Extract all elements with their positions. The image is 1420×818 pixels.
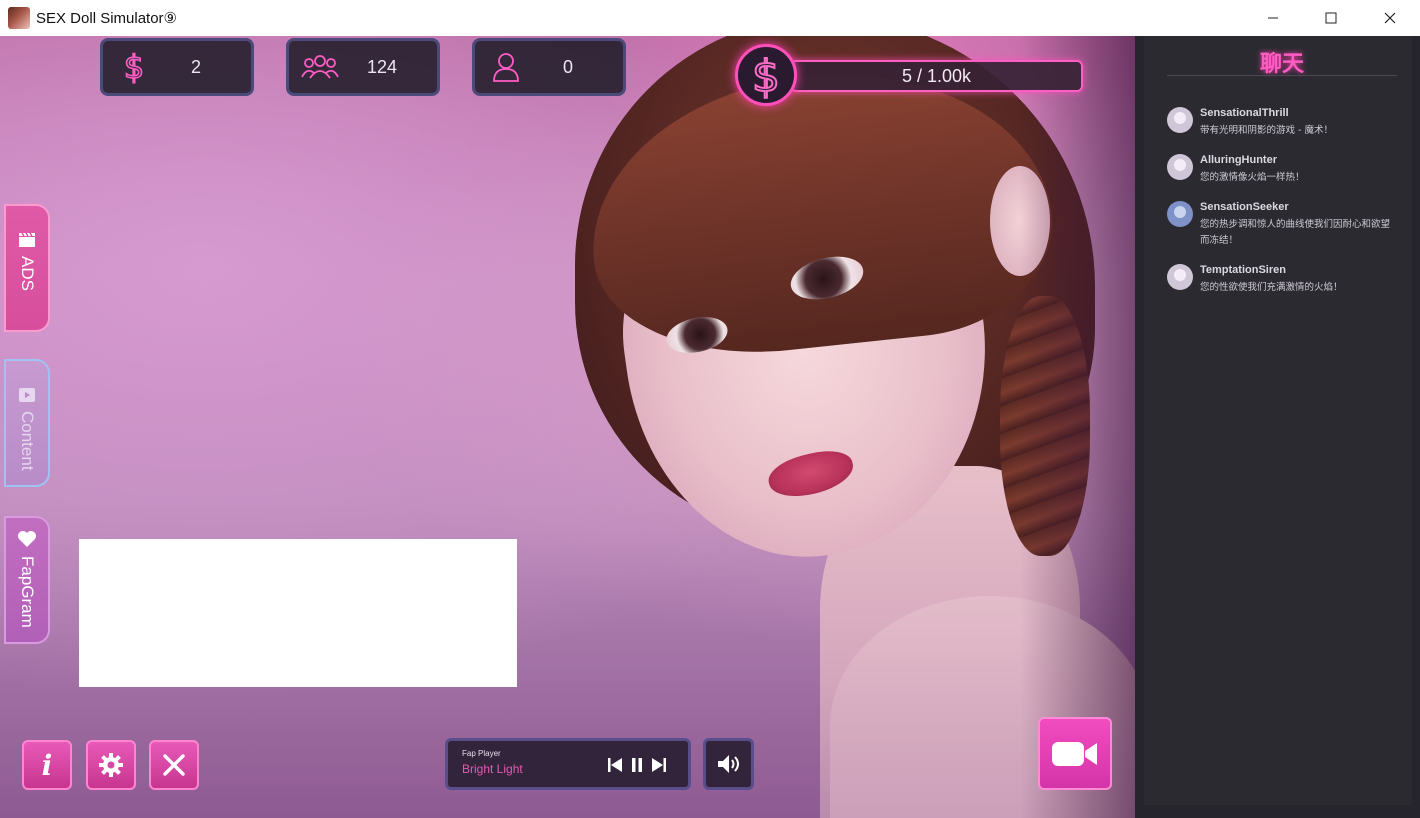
avatar bbox=[1167, 107, 1193, 133]
avatar bbox=[1167, 201, 1193, 227]
player-track-title: Bright Light bbox=[462, 762, 523, 776]
followers-value: 124 bbox=[366, 56, 398, 77]
money-value: 2 bbox=[190, 56, 201, 77]
info-icon: i bbox=[41, 748, 53, 782]
next-track-button[interactable] bbox=[648, 755, 670, 775]
goal-progress-text: 5 / 1.00k bbox=[901, 65, 972, 86]
pause-icon bbox=[632, 758, 642, 772]
tab-fapgram[interactable]: FapGram bbox=[4, 516, 50, 644]
video-camera-icon bbox=[1052, 741, 1097, 766]
chat-username: SensationalThrill bbox=[1200, 107, 1289, 119]
music-player: Fap Player Bright Light bbox=[445, 738, 691, 790]
dollar-coin-icon: $ bbox=[735, 44, 797, 106]
previous-track-button[interactable] bbox=[604, 755, 626, 775]
maximize-button[interactable] bbox=[1302, 0, 1360, 36]
svg-text:$: $ bbox=[124, 49, 144, 85]
window-titlebar: SEX Doll Simulator⑨ bbox=[0, 0, 1420, 36]
ad-banner[interactable] bbox=[79, 539, 517, 687]
dollar-icon: $ bbox=[111, 44, 157, 90]
viewers-value: 0 bbox=[562, 56, 573, 77]
volume-button[interactable] bbox=[703, 738, 754, 790]
scene-shadow bbox=[1020, 36, 1135, 818]
viewers-counter: 0 bbox=[472, 38, 626, 96]
user-icon bbox=[483, 44, 529, 90]
window-title: SEX Doll Simulator⑨ bbox=[36, 10, 177, 27]
chat-divider bbox=[1167, 75, 1397, 76]
tab-content[interactable]: Content bbox=[4, 359, 50, 487]
heart-icon bbox=[18, 531, 36, 547]
tab-fapgram-label: FapGram bbox=[18, 556, 37, 628]
gear-icon bbox=[99, 753, 123, 777]
player-name: Fap Player bbox=[462, 749, 501, 758]
svg-text:$: $ bbox=[752, 51, 780, 99]
chat-username: TemptationSiren bbox=[1200, 264, 1286, 276]
chat-message-text: 您的性欲使我们充满激情的火焰！ bbox=[1200, 282, 1343, 293]
chat-message-text: 您的激情像火焰一样热！ bbox=[1200, 172, 1305, 183]
previous-icon bbox=[608, 758, 622, 772]
income-goal-bar: 5 / 1.00k bbox=[790, 60, 1083, 92]
next-icon bbox=[652, 758, 666, 772]
avatar bbox=[1167, 264, 1193, 290]
followers-counter: 124 bbox=[286, 38, 440, 96]
chat-title: 聊天 bbox=[1259, 52, 1304, 77]
maximize-icon bbox=[1325, 12, 1337, 24]
app-icon bbox=[8, 7, 30, 29]
chat-username: AlluringHunter bbox=[1200, 154, 1277, 166]
tab-ads-label: ADS bbox=[18, 256, 37, 291]
start-stream-button[interactable] bbox=[1038, 717, 1112, 790]
close-window-button[interactable] bbox=[1361, 0, 1419, 36]
group-icon bbox=[297, 44, 343, 90]
game-scene bbox=[0, 36, 1135, 818]
speaker-icon bbox=[717, 755, 739, 773]
settings-button[interactable] bbox=[86, 740, 136, 790]
money-counter: $ 2 bbox=[100, 38, 254, 96]
chat-message-text: 您的热步调和惊人的曲线使我们因耐心和欲望而冻结！ bbox=[1200, 219, 1391, 246]
chat-panel-body[interactable] bbox=[1144, 36, 1412, 805]
chat-message-text: 带有光明和阴影的游戏 - 魔术！ bbox=[1200, 125, 1333, 136]
minimize-icon bbox=[1268, 17, 1278, 19]
clapperboard-icon bbox=[19, 232, 35, 247]
info-button[interactable]: i bbox=[22, 740, 72, 790]
tab-content-label: Content bbox=[18, 411, 37, 471]
avatar bbox=[1167, 154, 1193, 180]
play-video-icon bbox=[19, 388, 35, 402]
exit-button[interactable] bbox=[149, 740, 199, 790]
close-icon bbox=[1384, 12, 1396, 24]
minimize-button[interactable] bbox=[1244, 0, 1302, 36]
chat-username: SensationSeeker bbox=[1200, 201, 1289, 213]
pause-button[interactable] bbox=[626, 755, 648, 775]
close-icon bbox=[163, 754, 185, 776]
tab-ads[interactable]: ADS bbox=[4, 204, 50, 332]
